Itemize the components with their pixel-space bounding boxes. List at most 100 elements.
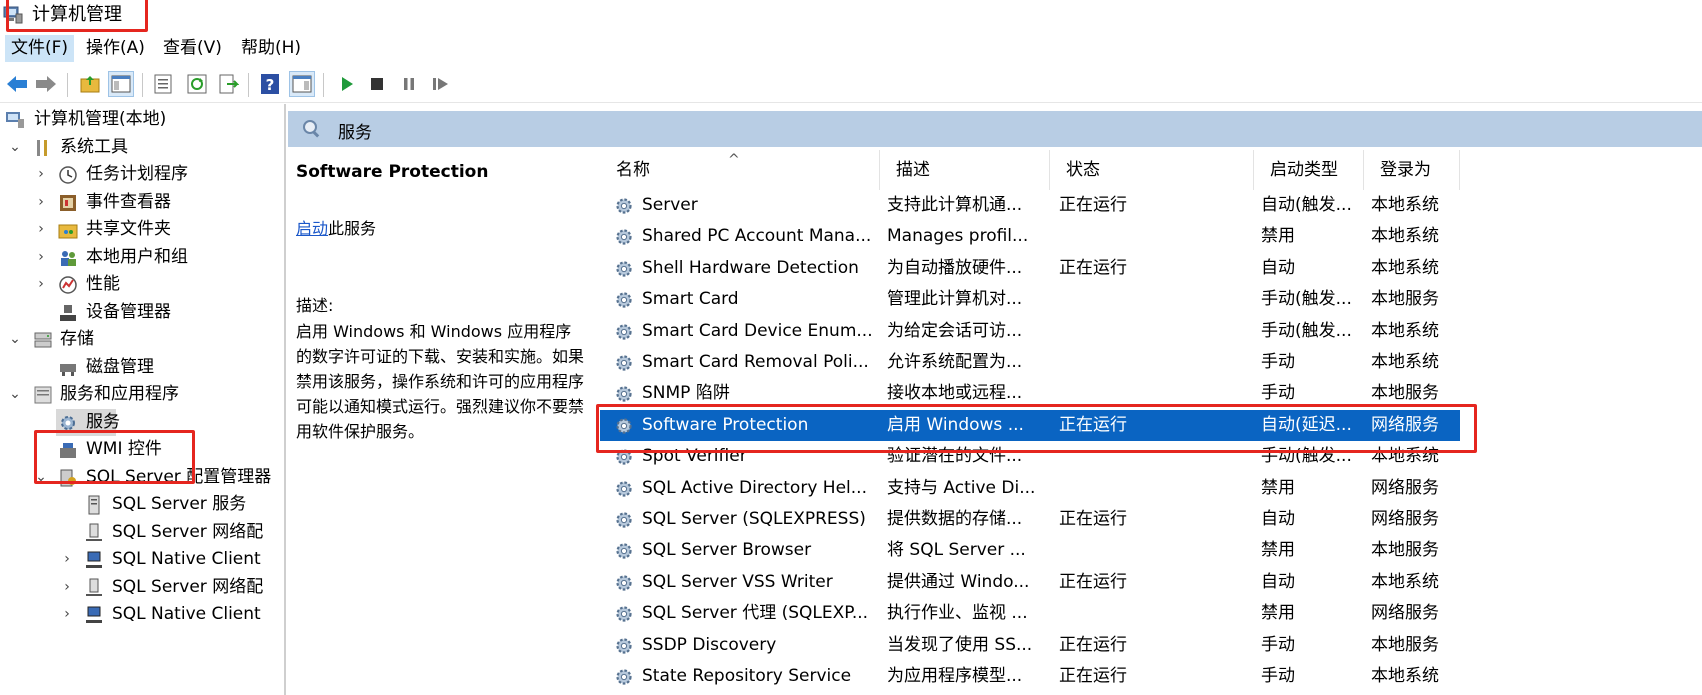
start-service-suffix: 此服务 [328, 219, 377, 238]
tree-item-performance[interactable]: › 性能 [0, 271, 284, 298]
table-row[interactable]: SQL Server 代理 (SQLEXP... 执行作业、监视 ... 禁用 网络服… [600, 598, 1460, 629]
tree-item-sql-native-2[interactable]: › SQL Native Client [0, 601, 284, 628]
console-tree: 计算机管理(本地) ⌄ 系统工具 › 任务计划程序 › 事件查看器 › 共享文件… [0, 104, 286, 695]
table-row[interactable]: State Repository Service 为应用程序模型... 正在运行 手动… [600, 661, 1460, 692]
expand-chevron-icon[interactable]: › [34, 189, 48, 216]
tree-item-device-manager[interactable]: 设备管理器 [0, 299, 284, 326]
column-header-name[interactable]: 名称 ^ [600, 150, 880, 190]
tree-item-task-scheduler[interactable]: › 任务计划程序 [0, 161, 284, 188]
menu-action[interactable]: 操作(A) [80, 35, 151, 62]
tree-item-disk-management[interactable]: 磁盘管理 [0, 354, 284, 381]
search-gear-icon [303, 120, 320, 138]
tree-item-event-viewer[interactable]: › 事件查看器 [0, 189, 284, 216]
collapse-chevron-icon[interactable]: ⌄ [8, 381, 22, 408]
gear-icon [616, 292, 632, 308]
stop-service-button[interactable] [364, 71, 390, 97]
cell-logon-as: 本地系统 [1371, 446, 1439, 467]
cell-logon-as: 本地系统 [1371, 320, 1439, 341]
help-button[interactable]: ? [257, 71, 283, 97]
tree-item-services[interactable]: 服务 [56, 409, 120, 436]
tree-item-shared-folders[interactable]: › 共享文件夹 [0, 216, 284, 243]
expand-chevron-icon[interactable]: › [60, 574, 74, 601]
table-row[interactable]: Shell Hardware Detection 为自动播放硬件... 正在运行 自动… [600, 253, 1460, 284]
tree-item-wmi[interactable]: WMI 控件 [0, 436, 284, 463]
menu-file[interactable]: 文件(F) [5, 35, 75, 62]
restart-service-button[interactable] [428, 71, 454, 97]
cell-status [1059, 284, 1249, 315]
expand-chevron-icon[interactable]: › [60, 546, 74, 573]
sql-config-icon [60, 469, 76, 487]
table-row[interactable]: Smart Card Device Enum... 为给定会话可访... 手动(触发… [600, 316, 1460, 347]
services-panel-title: 服务 [338, 123, 372, 143]
table-row[interactable]: Server 支持此计算机通... 正在运行 自动(触发... 本地系统 [600, 190, 1460, 221]
export-list-button[interactable] [216, 71, 242, 97]
cell-logon-as: 本地服务 [1371, 634, 1439, 655]
column-header-status[interactable]: 状态 [1050, 150, 1254, 190]
table-row[interactable]: SQL Server (SQLEXPRESS) 提供数据的存储... 正在运行 自动 网… [600, 504, 1460, 535]
pause-service-button[interactable] [396, 71, 422, 97]
cell-startup-type: 手动 [1261, 666, 1295, 686]
column-header-logon-as[interactable]: 登录为 [1364, 150, 1460, 190]
tree-item-system-tools[interactable]: ⌄ 系统工具 [0, 134, 284, 161]
collapse-chevron-icon[interactable]: ⌄ [34, 464, 48, 491]
table-row[interactable]: SSDP Discovery 当发现了使用 SS... 正在运行 手动 本地服务 [600, 630, 1460, 661]
expand-chevron-icon[interactable]: › [34, 244, 48, 271]
gear-icon [616, 229, 632, 245]
cell-status: 正在运行 [1059, 571, 1127, 592]
expand-chevron-icon[interactable]: › [34, 216, 48, 243]
collapse-chevron-icon[interactable]: ⌄ [8, 326, 22, 353]
table-row[interactable]: Smart Card 管理此计算机对... 手动(触发... 本地服务 [600, 284, 1460, 315]
tree-item-sql-network-2[interactable]: › SQL Server 网络配 [0, 574, 284, 601]
start-service-link[interactable]: 启动 [296, 219, 328, 238]
collapse-chevron-icon[interactable]: ⌄ [8, 134, 22, 161]
cell-status: 正在运行 [1059, 195, 1127, 215]
table-row[interactable]: Shared PC Account Mana... Manages profil.… [600, 221, 1460, 252]
gear-icon [616, 323, 632, 340]
gear-icon [616, 198, 632, 214]
table-row[interactable]: SQL Server Browser 将 SQL Server ... 禁用 本地服务 [600, 535, 1460, 566]
column-header-description[interactable]: 描述 [880, 150, 1050, 190]
tree-item-storage[interactable]: ⌄ 存储 [0, 326, 284, 353]
up-folder-button[interactable] [78, 71, 104, 97]
cell-startup-type: 禁用 [1261, 477, 1295, 498]
tree-item-sql-services[interactable]: SQL Server 服务 [0, 491, 284, 518]
menu-help[interactable]: 帮助(H) [235, 35, 307, 62]
tree-item-services-apps[interactable]: ⌄ 服务和应用程序 [0, 381, 284, 408]
column-header-startup-type[interactable]: 启动类型 [1254, 150, 1364, 190]
tree-item-sql-config[interactable]: ⌄ SQL Server 配置管理器 [0, 464, 284, 491]
refresh-button[interactable] [184, 71, 210, 97]
back-button[interactable] [4, 71, 30, 97]
cell-name: SSDP Discovery [642, 634, 777, 655]
table-row[interactable]: Spot Verifier 验证潜在的文件... 手动(触发... 本地系统 [600, 441, 1460, 472]
table-row[interactable]: SQL Server VSS Writer 提供通过 Windo... 正在运行 自动… [600, 567, 1460, 598]
window-title: 计算机管理 [32, 4, 122, 25]
tree-item-sql-network-1[interactable]: SQL Server 网络配 [0, 519, 284, 546]
tree-item-root[interactable]: 计算机管理(本地) [0, 106, 284, 133]
table-row[interactable]: Smart Card Removal Poli... 允许系统配置为... 手动 本地… [600, 347, 1460, 378]
cell-name: Shared PC Account Mana... [642, 226, 872, 247]
table-row[interactable]: Software Protection 启用 Windows ... 正在运行 自动(… [600, 409, 1460, 441]
table-row[interactable]: SNMP 陷阱 接收本地或远程... 手动 本地服务 [600, 378, 1460, 409]
cell-name: SNMP 陷阱 [642, 383, 730, 404]
cell-startup-type: 手动(触发... [1261, 320, 1352, 341]
show-hide-tree-button[interactable] [108, 71, 134, 97]
tree-item-local-users[interactable]: › 本地用户和组 [0, 244, 284, 271]
forward-button[interactable] [33, 71, 59, 97]
users-icon [61, 251, 76, 266]
show-action-pane-button[interactable] [289, 71, 315, 97]
cell-name: Smart Card [642, 289, 739, 310]
properties-button[interactable] [150, 71, 176, 97]
expand-chevron-icon[interactable]: › [34, 161, 48, 188]
menu-view[interactable]: 查看(V) [157, 35, 228, 62]
start-service-button[interactable] [334, 71, 360, 97]
cell-logon-as: 网络服务 [1371, 509, 1439, 529]
gear-icon [616, 261, 632, 277]
tree-item-sql-native-1[interactable]: › SQL Native Client [0, 546, 284, 573]
expand-chevron-icon[interactable]: › [34, 271, 48, 298]
stop-icon [371, 78, 383, 90]
table-row[interactable]: SQL Active Directory Hel... 支持与 Active Di… [600, 473, 1460, 504]
expand-chevron-icon[interactable]: › [60, 601, 74, 628]
forward-arrow-icon [36, 76, 56, 92]
svg-text:?: ? [266, 76, 275, 94]
cell-status: 正在运行 [1059, 666, 1127, 686]
